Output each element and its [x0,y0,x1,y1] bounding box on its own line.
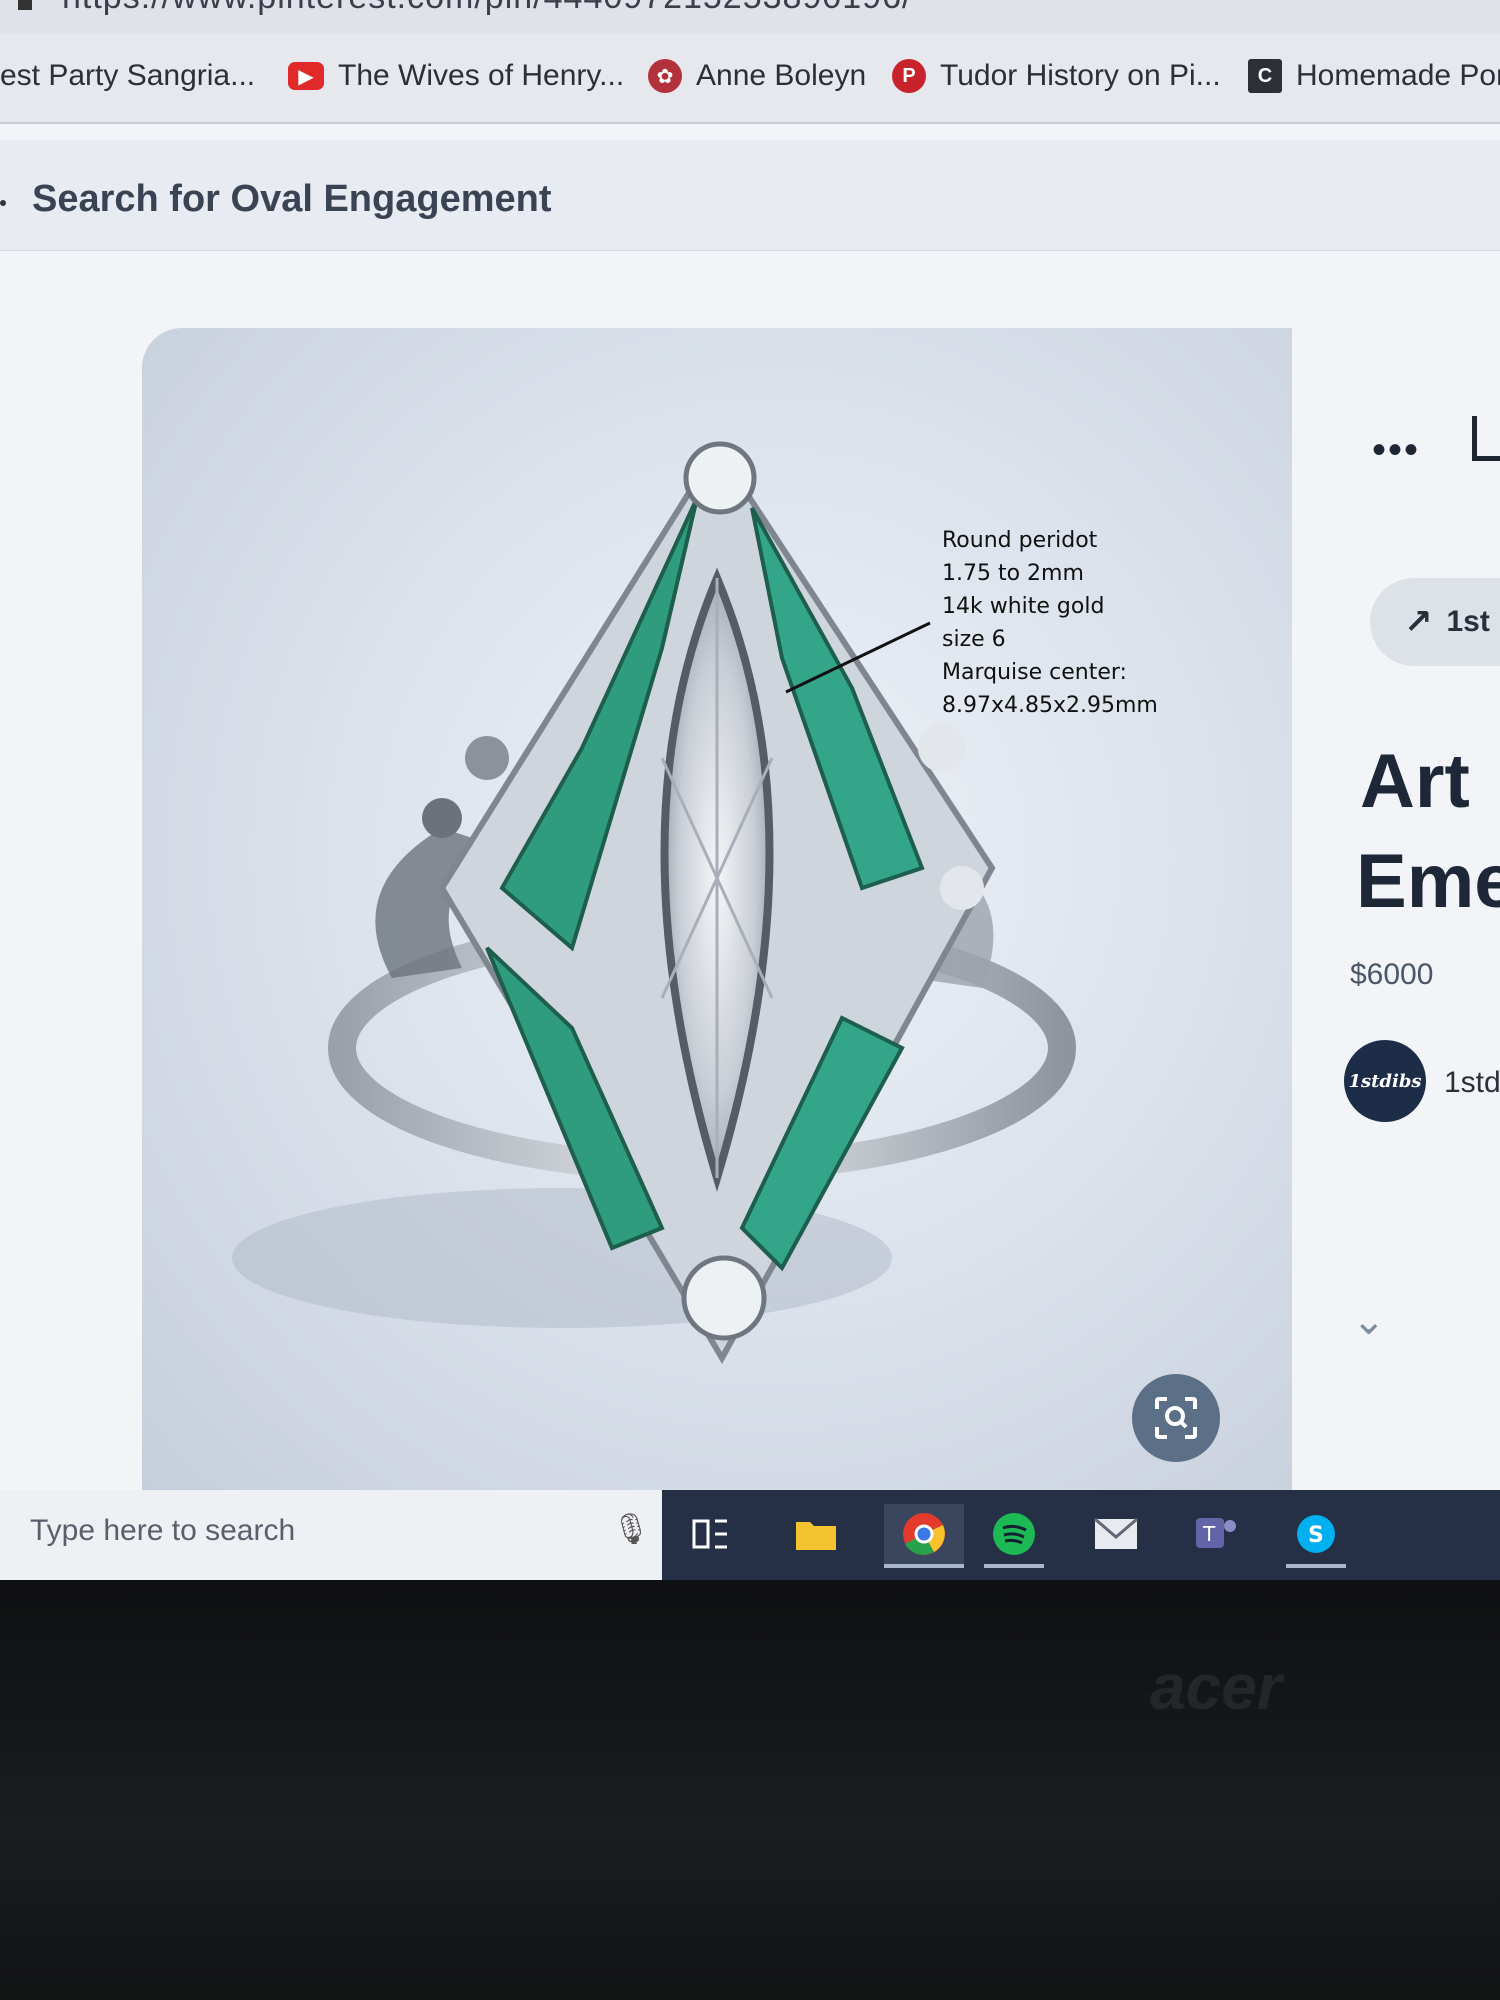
bookmark-wives-of-henry[interactable]: ▶ The Wives of Henry... [288,56,624,96]
taskbar-search[interactable]: Type here to search 🎙 [0,1490,662,1580]
file-explorer-icon[interactable] [786,1504,846,1564]
visual-search-button[interactable] [1132,1374,1220,1462]
teams-icon[interactable]: T [1186,1504,1246,1564]
skype-icon[interactable]: S [1286,1504,1346,1568]
search-icon [0,200,6,206]
task-view-icon[interactable] [680,1504,740,1564]
laptop-bezel [0,1580,1500,2000]
chrome-icon[interactable] [884,1504,964,1568]
microphone-icon[interactable]: 🎙 [612,1512,650,1547]
youtube-icon: ▶ [288,62,324,90]
lock-icon [18,0,32,10]
pin-image[interactable]: Round peridot 1.75 to 2mm 14k white gold… [142,328,1292,1498]
bookmark-label: Tudor History on Pi... [940,59,1221,92]
visit-site-button[interactable]: ↗ 1st [1370,578,1500,666]
taskbar: Type here to search 🎙 T S [0,1490,1500,1580]
price: $6000 [1350,958,1434,991]
pin-title-line2: Eme [1356,839,1500,924]
pinterest-icon: P [892,59,926,93]
ring-spec-annotation: Round peridot 1.75 to 2mm 14k white gold… [942,524,1158,722]
spec-line: Marquise center: [942,660,1127,685]
seller-name[interactable]: 1stdi [1444,1066,1500,1100]
seller-avatar[interactable]: 1stdibs [1344,1040,1426,1122]
monitor-screen: https://www.pinterest.com/pin/4440972152… [0,0,1500,1580]
rose-icon: ✿ [648,59,682,93]
bookmark-sangria[interactable]: est Party Sangria... [0,56,255,96]
search-header: Search for Oval Engagement [0,140,1500,251]
search-input[interactable]: Search for Oval Engagement [32,178,552,221]
ring-photo [232,441,1076,1365]
url-text[interactable]: https://www.pinterest.com/pin/4440972152… [62,0,912,17]
address-bar[interactable]: https://www.pinterest.com/pin/4440972152… [0,0,1500,34]
lens-icon [1155,1397,1197,1439]
arrow-up-right-icon: ↗ [1404,603,1433,641]
spec-line: 1.75 to 2mm [942,561,1084,586]
bookmark-label: est Party Sangria... [0,59,256,92]
bookmark-tudor-history[interactable]: P Tudor History on Pi... [892,56,1221,96]
more-options-button[interactable]: ••• [1372,428,1420,473]
spec-line: size 6 [942,627,1006,652]
spec-line: Round peridot [942,528,1098,553]
svg-text:T: T [1202,1522,1216,1546]
page-icon: C [1248,59,1282,93]
taskbar-search-input[interactable]: Type here to search [30,1514,295,1548]
visit-label: 1st [1446,605,1490,638]
laptop-brand-logo: acer [1150,1651,1282,1723]
spotify-icon[interactable] [984,1504,1044,1568]
bookmark-label: The Wives of Henry... [338,59,625,92]
spec-line: 8.97x4.85x2.95mm [942,693,1158,718]
svg-text:S: S [1308,1523,1324,1548]
bookmarks-bar: est Party Sangria... ▶ The Wives of Henr… [0,34,1500,124]
pin-title-line1: Art [1360,739,1470,824]
bookmark-label: Homemade Port [1296,59,1500,92]
mail-icon[interactable] [1086,1504,1146,1564]
pin-details-panel: ••• ↗ 1st Art Eme $6000 1stdibs 1stdi ⌄ [1292,328,1500,1498]
bookmark-homemade-port[interactable]: C Homemade Port [1248,56,1500,96]
bookmark-label: Anne Boleyn [696,59,867,92]
share-icon[interactable] [1472,416,1500,461]
spec-line: 14k white gold [942,594,1105,619]
bookmark-anne-boleyn[interactable]: ✿ Anne Boleyn [648,56,866,96]
chevron-down-icon[interactable]: ⌄ [1352,1298,1386,1344]
